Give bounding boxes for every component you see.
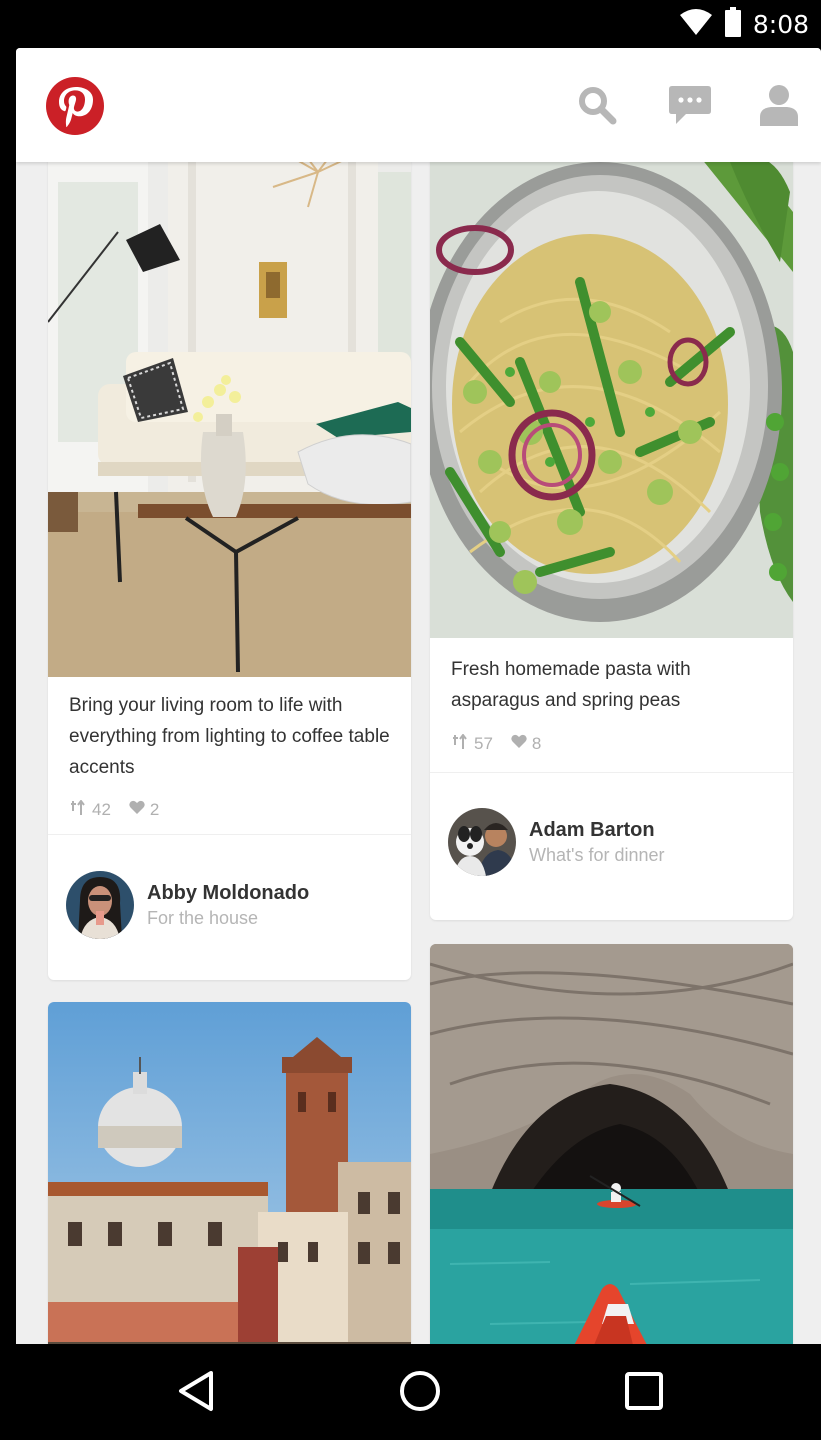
pinner-name[interactable]: Abby Moldonado (147, 880, 309, 906)
status-time: 8:08 (752, 9, 809, 39)
repin-count: 42 (92, 800, 111, 819)
pinner-row[interactable]: Adam Barton What's for dinner (448, 807, 783, 877)
pin-stats: 42 2 (69, 798, 177, 822)
pinner-info: Adam Barton What's for dinner (529, 817, 665, 867)
pin-description: Fresh homemade pasta with asparagus and … (451, 659, 691, 711)
pin-feed[interactable]: Bring your living room to life with ever… (16, 132, 821, 1344)
pinner-info: Abby Moldonado For the house (147, 880, 309, 930)
system-nav-bar (0, 1344, 821, 1440)
pinner-board[interactable]: What's for dinner (529, 843, 665, 867)
like-count: 2 (149, 800, 160, 819)
pin-card[interactable] (48, 1002, 411, 1344)
pin-description: Bring your living room to life with ever… (69, 695, 390, 778)
app-bar (16, 48, 821, 162)
pin-card[interactable]: Bring your living room to life with ever… (48, 132, 411, 980)
card-divider (48, 834, 411, 835)
status-bar: 8:08 (0, 0, 821, 48)
kayak-cave-photo[interactable] (430, 944, 793, 1344)
like-count: 8 (531, 734, 542, 753)
venice-photo[interactable] (48, 1002, 411, 1344)
pinner-board[interactable]: For the house (147, 906, 309, 930)
avatar[interactable] (448, 808, 516, 876)
back-icon[interactable] (166, 1365, 226, 1417)
pin-card[interactable] (430, 944, 793, 1344)
living-room-photo[interactable] (48, 132, 411, 677)
heart-icon (129, 800, 145, 820)
repin-count: 57 (474, 734, 493, 753)
battery-icon (724, 6, 741, 42)
repin-icon (69, 798, 87, 821)
heart-icon (511, 734, 527, 754)
pinner-name[interactable]: Adam Barton (529, 817, 665, 843)
status-icons: 8:08 (679, 6, 809, 42)
profile-icon[interactable] (754, 80, 804, 130)
repin-icon (451, 732, 469, 755)
avatar[interactable] (66, 871, 134, 939)
wifi-icon (679, 8, 713, 41)
pinterest-logo[interactable] (46, 77, 104, 135)
pinner-row[interactable]: Abby Moldonado For the house (66, 870, 401, 940)
app-window: Bring your living room to life with ever… (16, 48, 821, 1344)
pin-stats: 57 8 (451, 732, 559, 756)
home-icon[interactable] (390, 1365, 450, 1417)
recents-icon[interactable] (614, 1365, 674, 1417)
card-divider (430, 772, 793, 773)
messages-icon[interactable] (665, 80, 715, 130)
pin-card[interactable]: Fresh homemade pasta with asparagus and … (430, 132, 793, 920)
pasta-photo[interactable] (430, 132, 793, 638)
search-icon[interactable] (572, 80, 622, 130)
